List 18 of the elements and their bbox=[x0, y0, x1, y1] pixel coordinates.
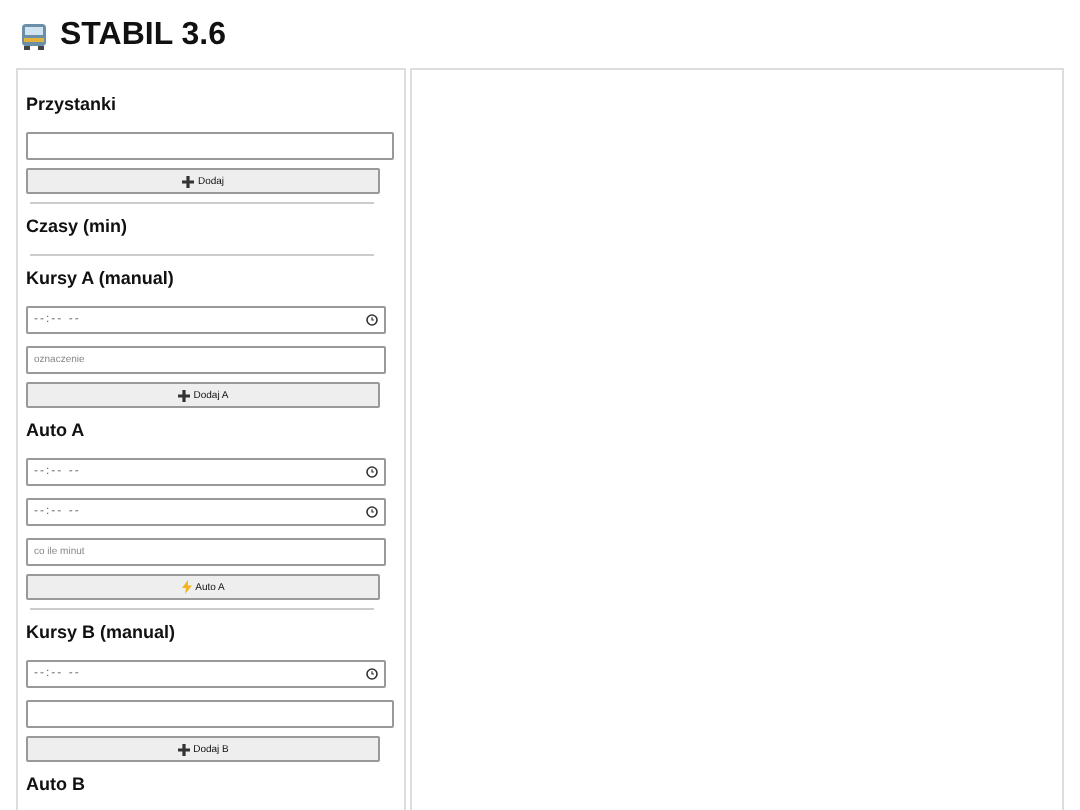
section-heading: Auto A bbox=[26, 420, 87, 442]
clock-icon bbox=[366, 668, 378, 680]
section-heading: Kursy A (manual) bbox=[26, 268, 176, 290]
plus-icon bbox=[177, 389, 190, 401]
text-field[interactable] bbox=[26, 132, 394, 160]
clock-icon bbox=[366, 466, 378, 478]
plus-icon bbox=[177, 743, 190, 755]
app-title: STABIL 3.6 bbox=[60, 18, 226, 54]
lightning-icon bbox=[181, 580, 192, 594]
section-heading: Czasy (min) bbox=[26, 216, 130, 238]
clock-icon bbox=[366, 314, 378, 326]
bus-icon bbox=[20, 22, 48, 50]
text-field[interactable] bbox=[26, 700, 394, 728]
section-heading: Przystanki bbox=[26, 94, 119, 116]
plus-icon bbox=[181, 175, 194, 187]
section-heading: Kursy B (manual) bbox=[26, 622, 178, 644]
clock-icon bbox=[366, 506, 378, 518]
section-heading: Auto B bbox=[26, 774, 87, 796]
